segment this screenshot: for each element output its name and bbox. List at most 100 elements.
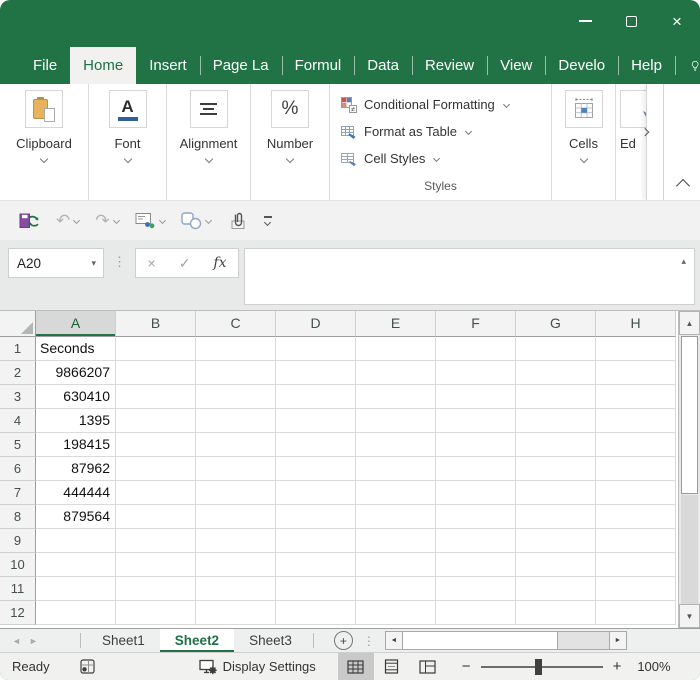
cell-e5[interactable]	[356, 433, 436, 457]
row-header-4[interactable]: 4	[0, 409, 36, 433]
cell-h10[interactable]	[596, 553, 676, 577]
row-header-9[interactable]: 9	[0, 529, 36, 553]
cells-group[interactable]: Cells	[552, 84, 616, 200]
cell-e8[interactable]	[356, 505, 436, 529]
alignment-group[interactable]: Alignment	[167, 84, 251, 200]
horizontal-scrollbar-track[interactable]	[558, 632, 609, 649]
cell-e4[interactable]	[356, 409, 436, 433]
scroll-right-button[interactable]: ►	[609, 632, 626, 649]
cell-e10[interactable]	[356, 553, 436, 577]
cell-e11[interactable]	[356, 577, 436, 601]
vertical-scrollbar[interactable]: ▲ ▼	[678, 311, 700, 628]
column-header-g[interactable]: G	[516, 311, 596, 337]
cell-b8[interactable]	[116, 505, 196, 529]
cell-b6[interactable]	[116, 457, 196, 481]
name-box[interactable]: A20 ▾	[8, 248, 104, 278]
editing-group[interactable]: Ed	[616, 84, 646, 200]
cell-h5[interactable]	[596, 433, 676, 457]
cell-a1[interactable]: Seconds	[36, 337, 116, 361]
cell-c4[interactable]	[196, 409, 276, 433]
row-header-8[interactable]: 8	[0, 505, 36, 529]
format-as-table-button[interactable]: Format as Table	[330, 118, 551, 145]
column-header-f[interactable]: F	[436, 311, 516, 337]
customize-qat-button[interactable]	[264, 216, 272, 225]
tab-formul[interactable]: Formul	[282, 47, 355, 84]
cell-g8[interactable]	[516, 505, 596, 529]
cell-e7[interactable]	[356, 481, 436, 505]
cell-g3[interactable]	[516, 385, 596, 409]
tab-help[interactable]: Help	[618, 47, 675, 84]
tab-page-la[interactable]: Page La	[200, 47, 282, 84]
cell-e6[interactable]	[356, 457, 436, 481]
cell-d11[interactable]	[276, 577, 356, 601]
cell-d6[interactable]	[276, 457, 356, 481]
chevron-down-icon[interactable]	[73, 217, 80, 224]
horizontal-scrollbar[interactable]: ◄ ►	[385, 631, 627, 650]
cell-g9[interactable]	[516, 529, 596, 553]
scroll-left-button[interactable]: ◄	[386, 632, 403, 649]
row-header-10[interactable]: 10	[0, 553, 36, 577]
cell-d3[interactable]	[276, 385, 356, 409]
row-header-2[interactable]: 2	[0, 361, 36, 385]
next-sheet-button[interactable]: ►	[25, 629, 42, 652]
row-header-11[interactable]: 11	[0, 577, 36, 601]
cell-a3[interactable]: 630410	[36, 385, 116, 409]
cell-a5[interactable]: 198415	[36, 433, 116, 457]
cell-a8[interactable]: 879564	[36, 505, 116, 529]
tab-view[interactable]: View	[487, 47, 545, 84]
cell-g10[interactable]	[516, 553, 596, 577]
cell-a2[interactable]: 9866207	[36, 361, 116, 385]
cell-d7[interactable]	[276, 481, 356, 505]
vertical-scrollbar-thumb[interactable]	[681, 336, 698, 494]
cell-a4[interactable]: 1395	[36, 409, 116, 433]
cell-f11[interactable]	[436, 577, 516, 601]
cell-g11[interactable]	[516, 577, 596, 601]
name-box-dropdown-icon[interactable]: ▾	[91, 258, 96, 269]
cell-e3[interactable]	[356, 385, 436, 409]
vertical-scrollbar-track[interactable]	[681, 495, 698, 604]
tab-home[interactable]: Home	[70, 47, 136, 84]
display-settings-button[interactable]: Display Settings	[199, 659, 316, 675]
page-break-preview-button[interactable]	[410, 653, 446, 680]
cell-h3[interactable]	[596, 385, 676, 409]
zoom-slider-thumb[interactable]	[535, 659, 542, 675]
tab-insert[interactable]: Insert	[136, 47, 200, 84]
shapes-button[interactable]	[176, 212, 216, 230]
cell-e9[interactable]	[356, 529, 436, 553]
tab-file[interactable]: File	[20, 47, 70, 84]
cell-g12[interactable]	[516, 601, 596, 625]
conditional-formatting-button[interactable]: ≠ Conditional Formatting	[330, 91, 551, 118]
alignment-button[interactable]	[190, 90, 228, 128]
sheet-tab-sheet2[interactable]: Sheet2	[160, 629, 234, 652]
cell-a6[interactable]: 87962	[36, 457, 116, 481]
cell-c1[interactable]	[196, 337, 276, 361]
cell-f7[interactable]	[436, 481, 516, 505]
new-sheet-button[interactable]: +	[334, 631, 353, 650]
ribbon-scroll-right-button[interactable]	[646, 84, 664, 200]
number-button[interactable]: %	[271, 90, 309, 128]
cell-c12[interactable]	[196, 601, 276, 625]
column-header-d[interactable]: D	[276, 311, 356, 337]
cell-f2[interactable]	[436, 361, 516, 385]
save-button[interactable]	[14, 211, 45, 230]
cell-b10[interactable]	[116, 553, 196, 577]
chevron-down-icon[interactable]	[158, 217, 165, 224]
column-header-c[interactable]: C	[196, 311, 276, 337]
scroll-up-button[interactable]: ▲	[679, 311, 700, 335]
cell-a7[interactable]: 444444	[36, 481, 116, 505]
cell-b4[interactable]	[116, 409, 196, 433]
cell-e1[interactable]	[356, 337, 436, 361]
cell-b9[interactable]	[116, 529, 196, 553]
cell-e12[interactable]	[356, 601, 436, 625]
number-group[interactable]: % Number	[251, 84, 330, 200]
cell-a10[interactable]	[36, 553, 116, 577]
scroll-down-button[interactable]: ▼	[679, 604, 700, 628]
cell-d8[interactable]	[276, 505, 356, 529]
cell-c7[interactable]	[196, 481, 276, 505]
sheet-tab-sheet3[interactable]: Sheet3	[234, 629, 307, 652]
cell-b11[interactable]	[116, 577, 196, 601]
tab-develo[interactable]: Develo	[545, 47, 618, 84]
sheet-tab-sheet1[interactable]: Sheet1	[87, 629, 160, 652]
tell-me[interactable]: Tell me	[675, 47, 700, 84]
cell-h8[interactable]	[596, 505, 676, 529]
